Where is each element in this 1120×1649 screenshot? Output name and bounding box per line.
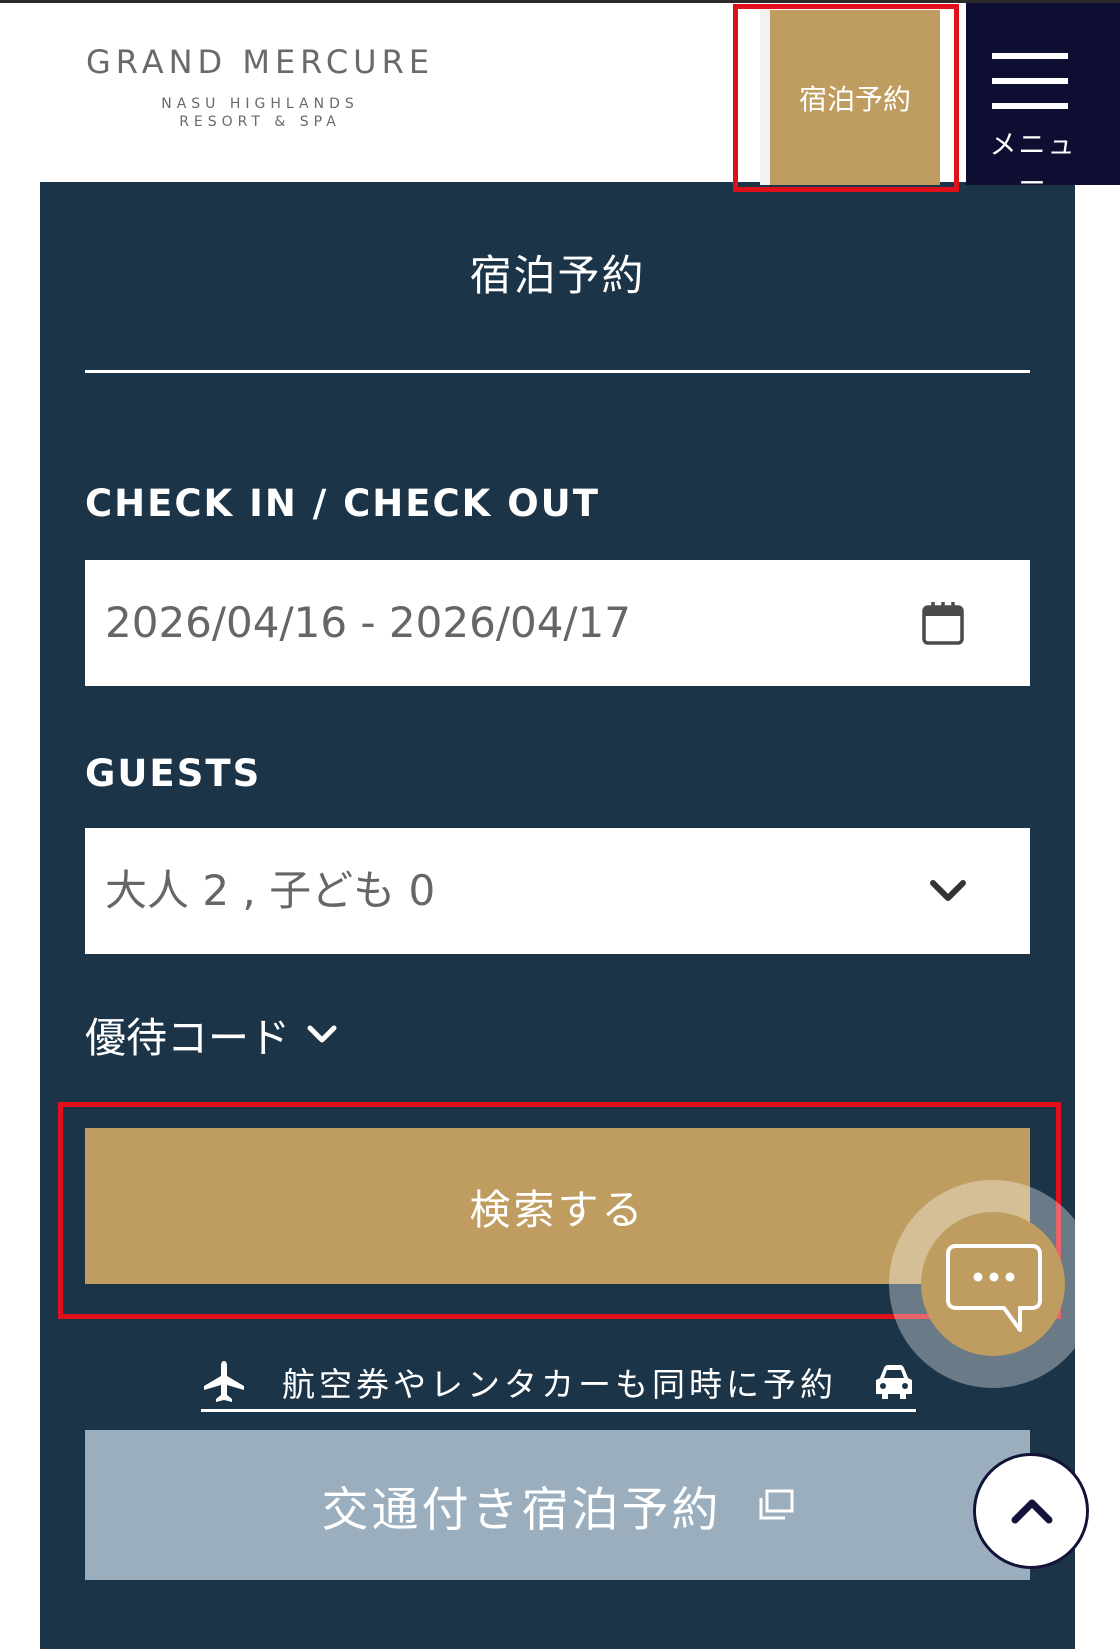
- car-icon: [876, 1364, 912, 1399]
- hotel-logo[interactable]: GRAND MERCURE NASU HIGHLANDS RESORT & SP…: [70, 43, 450, 131]
- date-range-value: 2026/04/16 - 2026/04/17: [105, 598, 632, 647]
- airplane-icon: [204, 1360, 244, 1402]
- search-button[interactable]: 検索する: [85, 1128, 1030, 1284]
- guests-label: GUESTS: [85, 752, 262, 795]
- chat-button[interactable]: [921, 1212, 1065, 1356]
- logo-sub-text-2: RESORT & SPA: [179, 114, 341, 130]
- chevron-down-icon: [930, 880, 966, 901]
- transport-booking-label: 交通付き宿泊予約: [321, 1482, 722, 1538]
- logo-sub-text-1: NASU HIGHLANDS: [161, 96, 359, 112]
- external-window-icon: [759, 1489, 793, 1520]
- menu-label: メニュー: [989, 130, 1077, 200]
- booking-panel: 宿泊予約 CHECK IN / CHECK OUT 2026/04/16 - 2…: [40, 182, 1075, 1649]
- menu-button[interactable]: メニュー: [966, 3, 1120, 200]
- flight-rental-combo-link[interactable]: 航空券やレンタカーも同時に予約: [201, 1354, 916, 1412]
- header-book-button[interactable]: 宿泊予約: [760, 10, 940, 185]
- chat-bubble-icon: [946, 1244, 1042, 1332]
- guests-value: 大人 2 , 子ども 0: [105, 866, 436, 915]
- search-button-label: 検索する: [469, 1186, 646, 1234]
- title-divider: [85, 370, 1030, 373]
- logo-main-text: GRAND MERCURE: [85, 43, 435, 81]
- transport-booking-button[interactable]: 交通付き宿泊予約: [85, 1430, 1030, 1580]
- calendar-icon: [922, 602, 964, 645]
- header-book-label: 宿泊予約: [798, 82, 911, 116]
- booking-title: 宿泊予約: [469, 251, 646, 300]
- checkin-checkout-label: CHECK IN / CHECK OUT: [85, 482, 600, 525]
- combo-link-label: 航空券やレンタカーも同時に予約: [282, 1364, 837, 1404]
- guests-select[interactable]: 大人 2 , 子ども 0: [85, 828, 1030, 954]
- promo-code-toggle[interactable]: 優待コード: [85, 1004, 338, 1064]
- hamburger-icon: [992, 53, 1068, 128]
- date-range-field[interactable]: 2026/04/16 - 2026/04/17: [85, 560, 1030, 686]
- chevron-up-icon: [1011, 1499, 1053, 1524]
- promo-code-label: 優待コード: [85, 1014, 290, 1062]
- chevron-down-icon: [307, 1025, 337, 1043]
- back-to-top-button[interactable]: [973, 1453, 1089, 1569]
- site-header: GRAND MERCURE NASU HIGHLANDS RESORT & SP…: [0, 0, 1120, 200]
